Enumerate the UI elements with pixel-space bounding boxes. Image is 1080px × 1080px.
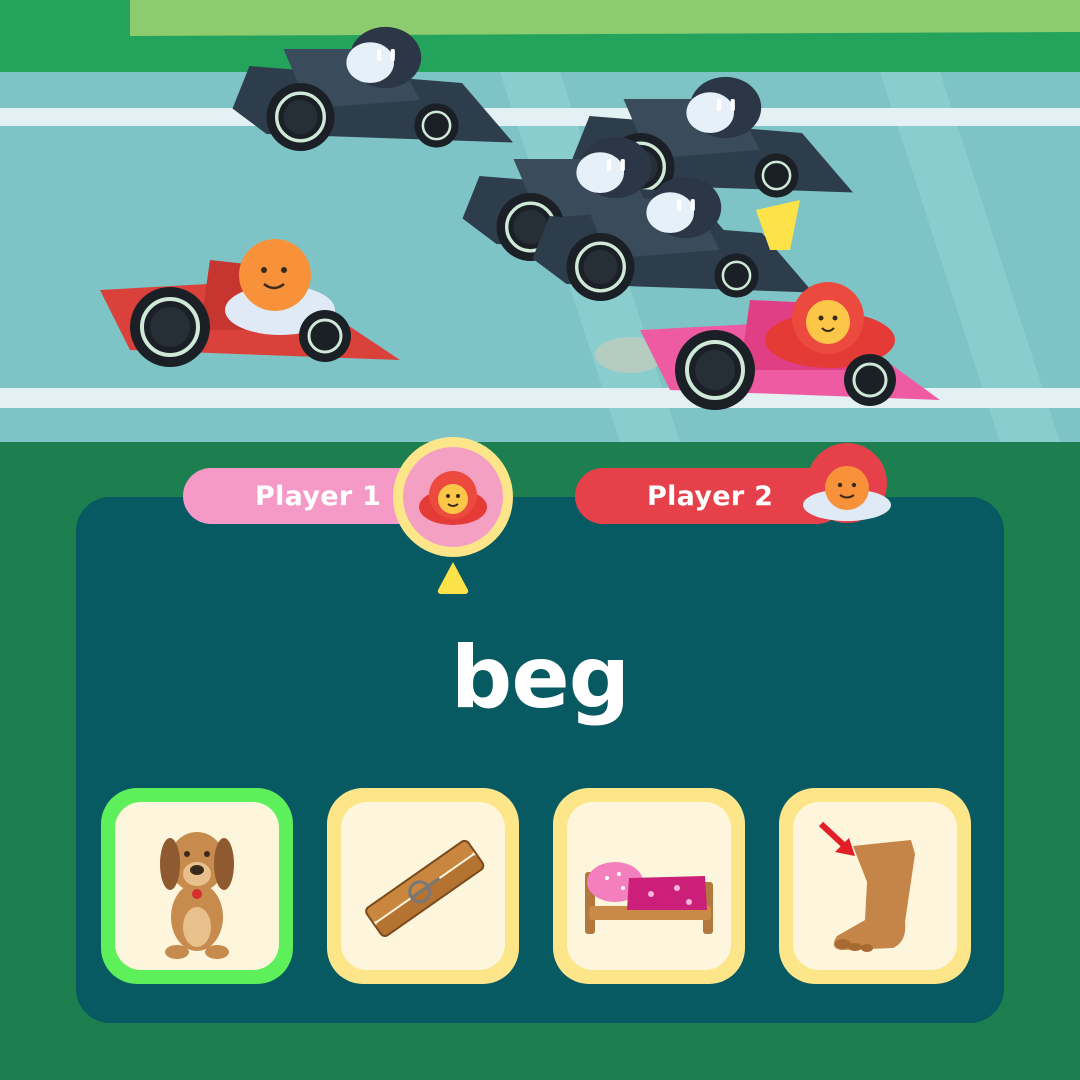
- turn-indicator-icon: [437, 562, 469, 594]
- player-1-label: Player 1: [255, 480, 382, 512]
- player-1-avatar: [393, 437, 513, 557]
- clothespin-icon: [365, 839, 485, 937]
- dog-begging-icon: [160, 832, 234, 959]
- bed-icon: [585, 862, 713, 934]
- leg-icon: [818, 821, 915, 952]
- player-2-label: Player 2: [647, 480, 774, 512]
- answer-card-bed[interactable]: [553, 788, 745, 984]
- player-2-avatar: [803, 443, 891, 523]
- answer-card-leg[interactable]: [779, 788, 971, 984]
- target-word: beg: [450, 628, 630, 728]
- answer-card-dog[interactable]: [101, 788, 293, 984]
- answer-card-clothespin[interactable]: [327, 788, 519, 984]
